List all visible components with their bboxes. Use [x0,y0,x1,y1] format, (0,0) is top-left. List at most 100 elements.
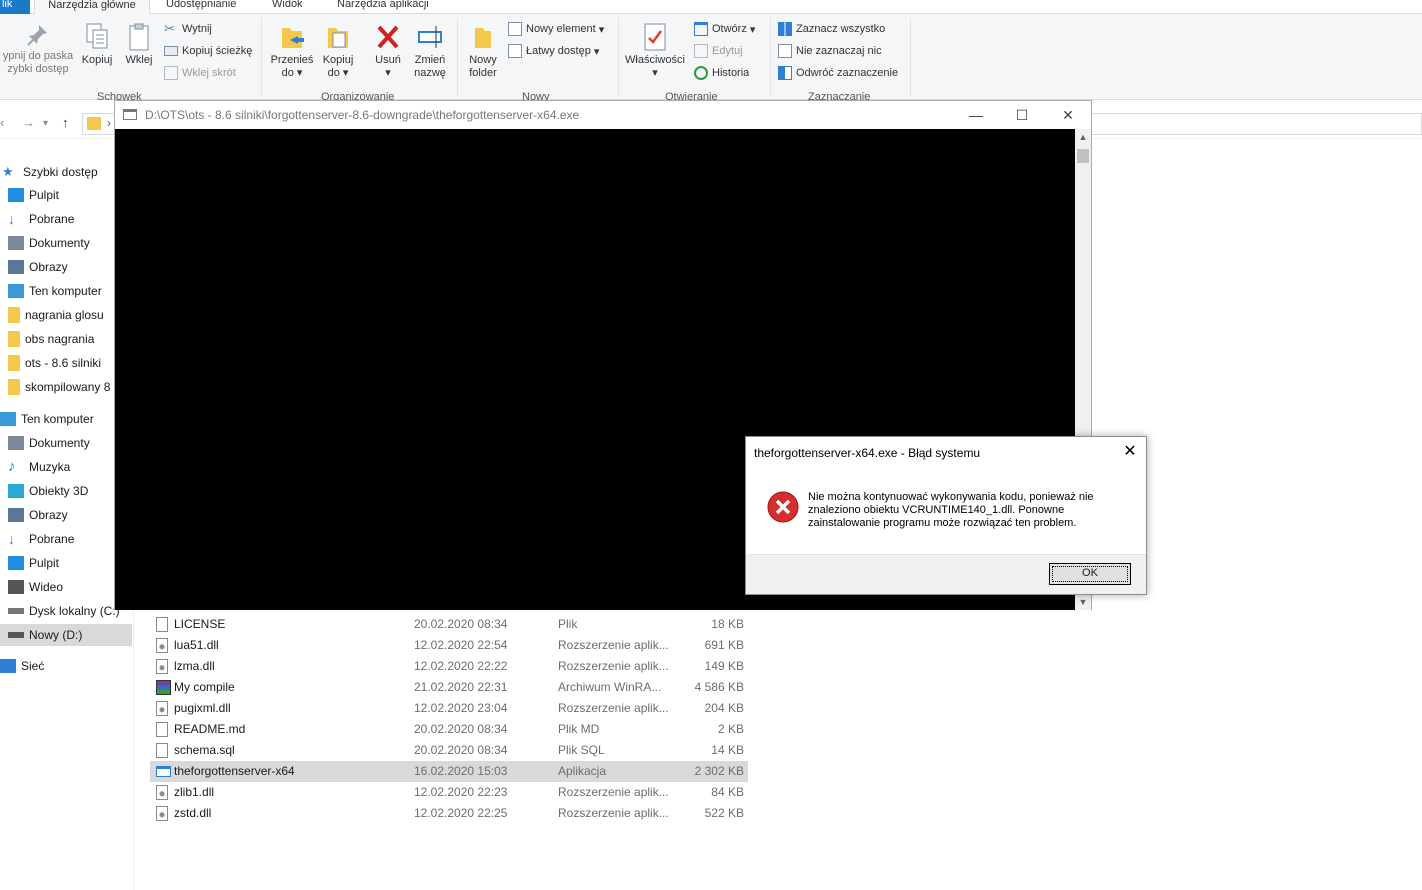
nav-item[interactable]: ots - 8.6 silniki [0,352,132,374]
copy-to-button[interactable]: Kopiuj do ▾ [316,22,360,80]
pin-quick-access-button[interactable]: ypnij do paska zybki dostęp [0,22,76,76]
file-date: 12.02.2020 22:54 [414,638,508,652]
ok-button[interactable]: OK [1049,563,1131,585]
new-folder-button[interactable]: Nowy folder [462,22,504,80]
file-row[interactable]: lua51.dll 12.02.2020 22:54 Rozszerzenie ap… [150,635,748,656]
delete-button[interactable]: Usuń ▾ [368,22,408,80]
close-button[interactable]: ✕ [1045,103,1091,127]
ribbon-separator [770,18,771,96]
easy-access-label: Łatwy dostęp [526,45,591,57]
back-arrow-icon[interactable]: ‹ [0,115,4,130]
nav-item-label: Pulpit [29,556,60,570]
file-size: 522 KB [704,806,744,820]
easy-access-button[interactable]: Łatwy dostęp ▾ [508,42,599,60]
nav-item[interactable]: Obrazy [0,256,132,278]
nav-item[interactable]: Dysk lokalny (C:) [0,600,132,622]
dialog-close-button[interactable]: ✕ [1120,441,1140,463]
dll-icon [156,806,168,821]
scroll-down-icon[interactable]: ▼ [1075,594,1091,610]
new-item-button[interactable]: Nowy element ▾ [508,20,604,38]
file-row[interactable]: README.md 20.02.2020 08:34 Plik MD 2 KB [150,719,748,740]
select-all-label: Zaznacz wszystko [796,23,886,35]
maximize-button[interactable]: ☐ [999,103,1045,127]
move-to-label: Przenieś [270,54,314,66]
scroll-thumb[interactable] [1077,149,1089,163]
scroll-up-icon[interactable]: ▲ [1075,129,1091,145]
nav-item[interactable]: Sieć [0,655,132,677]
file-type: Rozszerzenie aplik... [558,659,669,673]
nav-item[interactable]: Obrazy [0,504,132,526]
file-row[interactable]: zlib1.dll 12.02.2020 22:23 Rozszerzenie ap… [150,782,748,803]
invert-selection-button[interactable]: Odwróć zaznaczenie [778,64,898,82]
nav-item[interactable]: obs nagrania [0,328,132,350]
recent-dropdown-icon[interactable]: ▾ [43,118,48,129]
tab-share[interactable]: Udostępnianie [158,0,244,14]
edit-button[interactable]: Edytuj [694,42,743,60]
copy-path-button[interactable]: Kopiuj ścieżkę [164,42,252,60]
nav-item[interactable]: skompilowany 8 [0,376,132,398]
file-name: README.md [174,722,246,736]
ribbon-separator [910,18,911,96]
nav-item[interactable]: nagrania glosu [0,304,132,326]
nav-item[interactable]: Obiekty 3D [0,480,132,502]
nav-item[interactable]: Ten komputer [0,408,132,430]
tab-file[interactable]: lik [0,0,30,14]
file-icon [156,722,168,737]
file-row[interactable]: My compile 21.02.2020 22:31 Archiwum WinRA… [150,677,748,698]
properties-button[interactable]: Właściwości ▾ [622,22,688,80]
copy-button[interactable]: Kopiuj [78,22,116,67]
chevron-right-icon: › [107,116,111,130]
nav-item[interactable]: Pulpit [0,184,132,206]
select-none-button[interactable]: Nie zaznaczaj nic [778,42,882,60]
nav-item[interactable]: Dokumenty [0,432,132,454]
minimize-button[interactable]: — [953,103,999,127]
search-box[interactable] [1090,113,1422,135]
nav-item[interactable]: ♪ Muzyka [0,456,132,478]
nav-item[interactable]: Dokumenty [0,232,132,254]
rename-button[interactable]: Zmień nazwę [410,22,450,80]
nav-item[interactable]: Ten komputer [0,280,132,302]
tab-home[interactable]: Narzędzia główne [34,0,150,14]
nav-item-label: Pobrane [29,532,75,546]
cut-button[interactable]: ✂ Wytnij [164,20,212,38]
console-title: D:\OTS\ots - 8.6 silniki\forgottenserver… [145,108,580,122]
file-name: zlib1.dll [174,785,215,799]
file-name: My compile [174,680,235,694]
nav-item[interactable]: Wideo [0,576,132,598]
dialog-title: theforgottenserver-x64.exe - Błąd system… [754,446,981,460]
tab-view[interactable]: Widok [264,0,311,14]
properties-checkmark-icon [644,23,666,51]
tab-app-tools[interactable]: Narzędzia aplikacji [329,0,437,14]
paste-button[interactable]: Wklej [120,22,158,67]
paste-shortcut-button[interactable]: Wklej skrót [164,64,236,82]
file-row[interactable]: zstd.dll 12.02.2020 22:25 Rozszerzenie apl… [150,803,748,824]
move-to-button[interactable]: Przenieś do ▾ [268,22,316,80]
history-button[interactable]: Historia [694,64,749,82]
nav-item[interactable]: ★ Szybki dostęp [0,161,132,183]
select-all-button[interactable]: Zaznacz wszystko [778,20,885,38]
nav-item[interactable]: ↓ Pobrane [0,528,132,550]
forward-arrow-icon[interactable]: → [22,115,35,130]
pin-label-2: zybki dostęp [7,63,69,75]
move-to-icon [282,28,304,48]
history-label: Historia [712,67,750,79]
file-icon [156,743,168,758]
console-titlebar[interactable]: D:\OTS\ots - 8.6 silniki\forgottenserver… [115,101,1091,129]
file-row[interactable]: lzma.dll 12.02.2020 22:22 Rozszerzenie apl… [150,656,748,677]
file-row[interactable]: theforgottenserver-x64 16.02.2020 15:03 Ap… [150,761,748,782]
copy-path-label: Kopiuj ścieżkę [182,45,253,57]
file-row[interactable]: pugixml.dll 12.02.2020 23:04 Rozszerzenie … [150,698,748,719]
file-row[interactable]: LICENSE 20.02.2020 08:34 Plik 18 KB [150,614,748,635]
file-size: 4 586 KB [694,680,744,694]
computer-icon [0,412,16,426]
file-size: 149 KB [704,659,744,673]
copy-to-label-2: do ▾ [327,67,349,79]
paste-shortcut-icon [164,66,178,80]
nav-item[interactable]: Nowy (D:) [0,624,132,646]
nav-item[interactable]: Pulpit [0,552,132,574]
nav-item[interactable]: ↓ Pobrane [0,208,132,230]
open-button[interactable]: Otwórz ▾ [694,20,755,38]
up-arrow-icon[interactable]: ↑ [62,115,69,130]
file-row[interactable]: schema.sql 20.02.2020 08:34 Plik SQL 14 KB [150,740,748,761]
nav-item-label: nagrania glosu [25,308,104,322]
